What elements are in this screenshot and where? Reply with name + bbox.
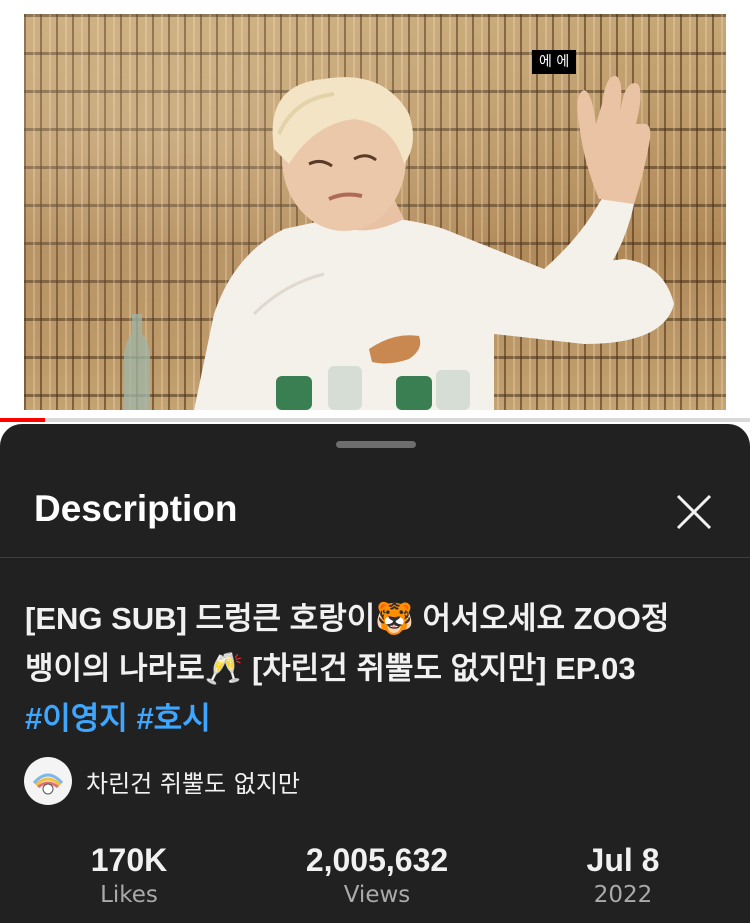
video-progress-fill	[0, 418, 45, 422]
sheet-drag-handle[interactable]	[336, 441, 416, 448]
sheet-divider	[0, 557, 750, 558]
channel-name[interactable]: 차린건 쥐뿔도 없지만	[86, 764, 300, 799]
description-sheet: Description [ENG SUB] 드렁큰 호랑이🐯 어서오세요 ZOO…	[0, 424, 750, 923]
video-title-line-1: [ENG SUB] 드렁큰 호랑이🐯 어서오세요 ZOO정	[25, 601, 670, 636]
video-title-line-2: 뱅이의 나라로🥂 [차린건 쥐뿔도 없지만] EP.03	[25, 651, 636, 686]
hashtag-row: #이영지 #호시	[25, 694, 725, 744]
close-icon	[676, 494, 712, 530]
video-caption: 에 에	[532, 50, 577, 74]
video-player[interactable]: 에 에	[24, 14, 726, 410]
video-frame	[124, 75, 674, 410]
publish-date: Jul 8	[586, 842, 660, 878]
likes-label: Likes	[100, 882, 158, 908]
channel-avatar[interactable]	[24, 757, 72, 805]
close-button[interactable]	[672, 490, 716, 534]
video-title: [ENG SUB] 드렁큰 호랑이🐯 어서오세요 ZOO정 뱅이의 나라로🥂 […	[25, 594, 725, 744]
channel-row[interactable]: 차린건 쥐뿔도 없지만	[24, 757, 300, 805]
likes-stat: 170K Likes	[29, 842, 229, 908]
likes-count: 170K	[90, 842, 168, 878]
hashtag-link[interactable]: #이영지	[25, 701, 128, 736]
video-progress-bar[interactable]	[0, 418, 750, 422]
publish-year: 2022	[593, 882, 653, 908]
views-label: Views	[343, 882, 411, 908]
views-count: 2,005,632	[305, 842, 449, 878]
date-stat: Jul 8 2022	[523, 842, 723, 908]
sheet-title: Description	[34, 488, 238, 529]
channel-logo-icon	[32, 773, 64, 795]
views-stat: 2,005,632 Views	[277, 842, 477, 908]
hashtag-link[interactable]: #호시	[136, 701, 210, 736]
